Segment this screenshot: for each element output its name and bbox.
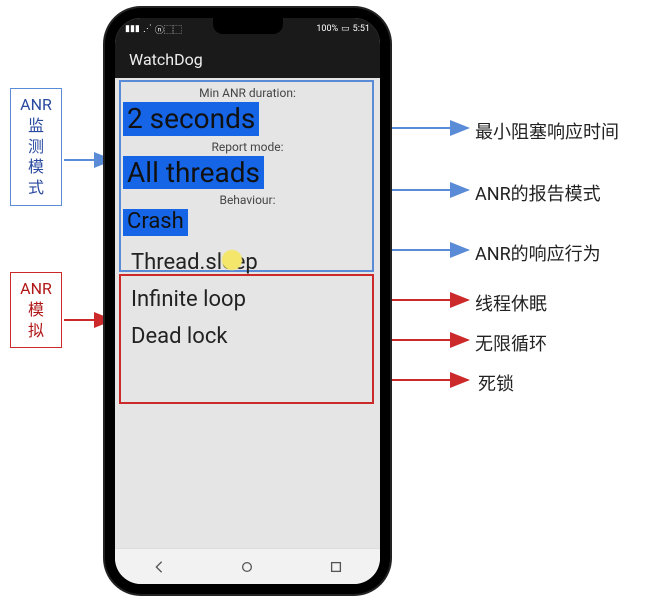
anno-anr-simulate: ANR 模 拟 [10, 272, 62, 348]
simulate-item-label: Infinite loop [131, 287, 246, 312]
simulate-dead-lock[interactable]: Dead lock [121, 318, 374, 355]
anno-right-behaviour: ANR的响应行为 [475, 240, 601, 266]
app-bar: WatchDog [115, 40, 380, 78]
nav-home-icon[interactable] [240, 560, 254, 574]
anno-right-thread-sleep: 线程休眠 [475, 290, 547, 316]
clock: 5:51 [353, 24, 370, 34]
min-anr-duration-label: Min ANR duration: [121, 82, 374, 102]
simulate-thread-sleep[interactable]: Thread.sleep [121, 244, 374, 281]
wifi-icon: ⋰ [143, 24, 152, 34]
report-mode-value[interactable]: All threads [123, 156, 264, 190]
min-anr-duration-value[interactable]: 2 seconds [123, 102, 259, 136]
behaviour-value[interactable]: Crash [123, 209, 188, 235]
simulate-item-label: Dead lock [131, 324, 228, 349]
anno-right-report-mode: ANR的报告模式 [475, 180, 601, 206]
anno-right-infinite-loop: 无限循环 [475, 330, 547, 356]
screen-content: Min ANR duration: 2 seconds Report mode:… [115, 78, 380, 548]
report-mode-label: Report mode: [121, 136, 374, 156]
status-icons: ⓝ⬚⬚ [155, 23, 182, 36]
anno-right-min-duration: 最小阻塞响应时间 [475, 118, 619, 144]
battery-percent: 100% [316, 24, 338, 34]
battery-icon: ▭ [341, 24, 350, 34]
simulate-item-label: Thread.sleep [131, 250, 258, 275]
signal-icon: ▮▮▮ [125, 24, 140, 34]
simulate-infinite-loop[interactable]: Infinite loop [121, 281, 374, 318]
phone-notch [213, 18, 283, 34]
behaviour-label: Behaviour: [121, 189, 374, 209]
phone-frame: ▮▮▮ ⋰ ⓝ⬚⬚ 100% ▭ 5:51 WatchDog Min ANR d… [105, 8, 390, 594]
android-nav-bar [115, 548, 380, 584]
app-title: WatchDog [129, 50, 203, 69]
nav-back-icon[interactable] [152, 560, 166, 574]
anno-anr-monitor-mode: ANR 监 测 模 式 [10, 88, 62, 206]
nav-recent-icon[interactable] [329, 560, 343, 574]
anno-right-dead-lock: 死锁 [478, 370, 514, 396]
phone-screen: ▮▮▮ ⋰ ⓝ⬚⬚ 100% ▭ 5:51 WatchDog Min ANR d… [115, 18, 380, 584]
